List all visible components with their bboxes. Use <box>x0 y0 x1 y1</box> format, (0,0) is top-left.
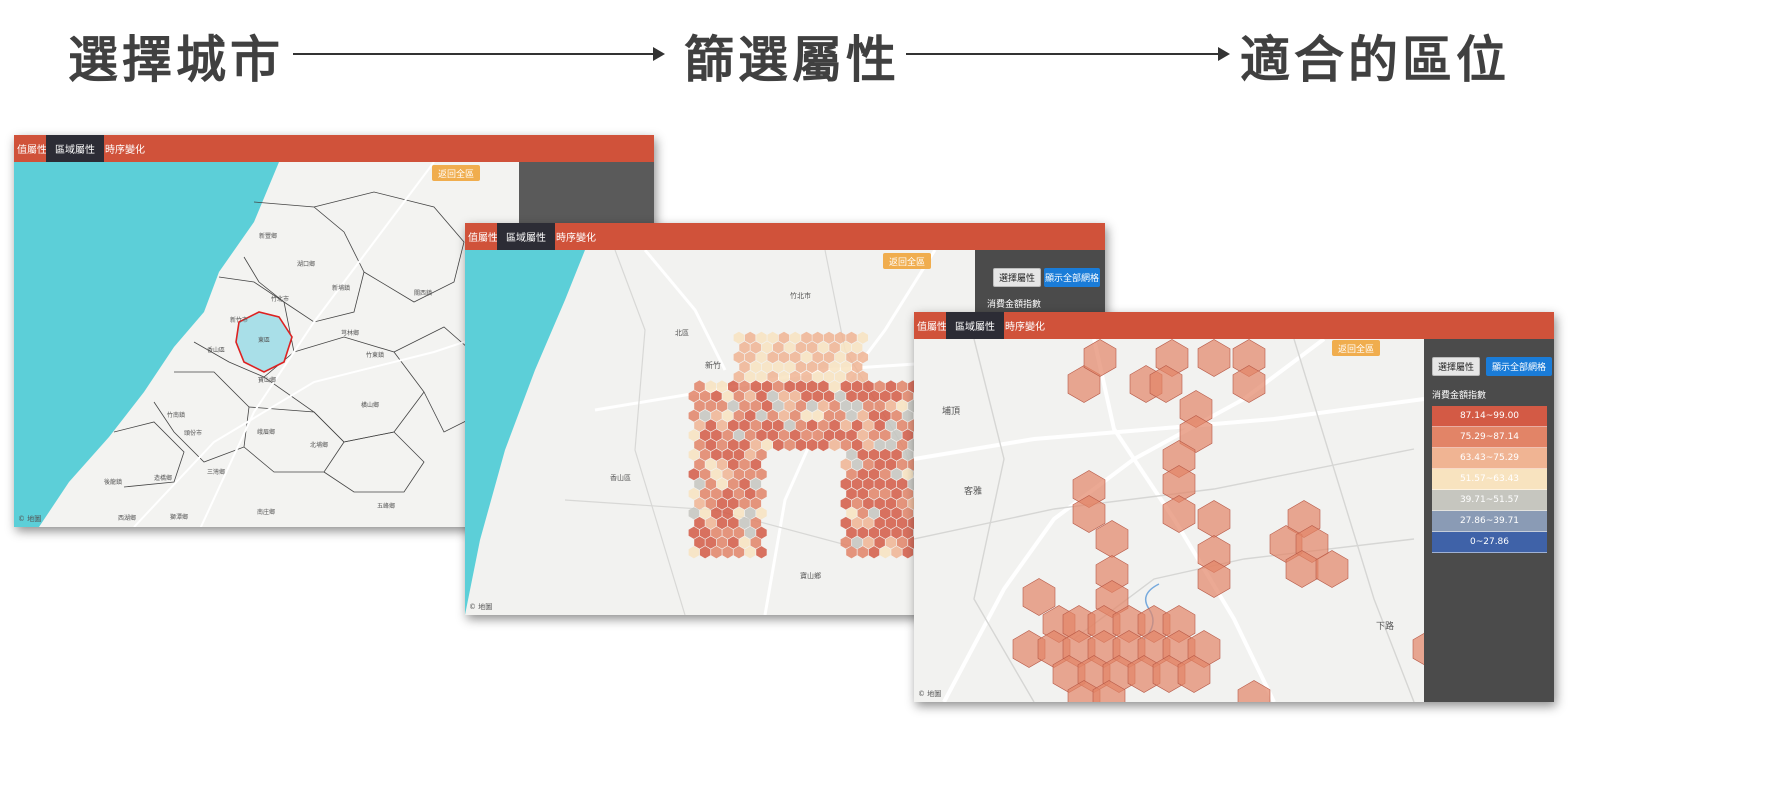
navbar: 值屬性 區域屬性 時序變化 <box>465 223 1105 250</box>
svg-text:客雅: 客雅 <box>964 485 982 497</box>
navbar: 值屬性 區域屬性 時序變化 <box>914 312 1554 339</box>
flow-arrow-1 <box>293 47 665 61</box>
svg-text:北區: 北區 <box>675 329 689 337</box>
svg-text:埔頂: 埔頂 <box>942 405 960 417</box>
screenshot-location-map: 值屬性 區域屬性 時序變化 埔頂 客雅 下路 新竹科 選擇屬性 顯示全部網格 消… <box>914 312 1554 702</box>
svg-text:寶山鄉: 寶山鄉 <box>258 376 276 384</box>
legend-item: 0~27.86 <box>1432 532 1547 553</box>
svg-text:新竹市: 新竹市 <box>230 316 248 324</box>
legend-item: 87.14~99.00 <box>1432 406 1547 427</box>
return-all-button[interactable]: 返回全區 <box>883 253 931 269</box>
return-all-button[interactable]: 返回全區 <box>1332 340 1380 356</box>
svg-text:香山區: 香山區 <box>610 473 631 482</box>
map-attribution: © 地圖 <box>18 515 42 523</box>
svg-text:寶山鄉: 寶山鄉 <box>800 571 821 580</box>
svg-text:西湖鄉: 西湖鄉 <box>118 514 136 522</box>
svg-text:峨眉鄉: 峨眉鄉 <box>257 428 275 436</box>
svg-text:新竹: 新竹 <box>705 360 721 370</box>
svg-text:獅潭鄉: 獅潭鄉 <box>170 513 188 521</box>
svg-text:關西鎮: 關西鎮 <box>414 289 432 297</box>
select-attribute-button[interactable]: 選擇屬性 <box>1432 357 1480 376</box>
svg-text:後龍鎮: 後龍鎮 <box>104 478 122 486</box>
sidebar: 選擇屬性 顯示全部網格 消費金額指數 87.14~99.00 75.29~87.1… <box>1424 339 1554 702</box>
svg-text:頭份市: 頭份市 <box>184 429 202 437</box>
map-attribution: © 地圖 <box>918 690 942 698</box>
svg-text:橫山鄉: 橫山鄉 <box>361 401 379 409</box>
svg-text:竹東鎮: 竹東鎮 <box>366 351 384 359</box>
svg-text:竹北市: 竹北市 <box>790 291 811 300</box>
return-all-button[interactable]: 返回全區 <box>432 165 480 181</box>
tab-time[interactable]: 時序變化 <box>96 135 154 162</box>
svg-text:北埔鄉: 北埔鄉 <box>310 441 328 449</box>
index-title: 消費金額指數 <box>987 300 1042 310</box>
svg-text:竹南鎮: 竹南鎮 <box>167 411 185 419</box>
show-all-grid-button[interactable]: 顯示全部網格 <box>1486 357 1552 376</box>
svg-text:五峰鄉: 五峰鄉 <box>377 502 395 510</box>
flow-arrow-2 <box>906 47 1230 61</box>
svg-text:芎林鄉: 芎林鄉 <box>341 329 359 337</box>
svg-text:新埔鎮: 新埔鎮 <box>332 284 350 292</box>
svg-text:湖口鄉: 湖口鄉 <box>297 260 315 268</box>
svg-text:新豐鄉: 新豐鄉 <box>259 232 277 240</box>
svg-text:下路: 下路 <box>1376 620 1394 632</box>
tab-time[interactable]: 時序變化 <box>547 223 605 250</box>
svg-text:香山區: 香山區 <box>207 346 225 354</box>
select-attribute-button[interactable]: 選擇屬性 <box>993 268 1041 287</box>
svg-text:竹北市: 竹北市 <box>271 295 289 303</box>
svg-text:三灣鄉: 三灣鄉 <box>207 468 225 476</box>
show-all-grid-button[interactable]: 顯示全部網格 <box>1044 268 1100 287</box>
step-filter-attributes: 篩選屬性 <box>684 31 900 89</box>
legend-item: 75.29~87.14 <box>1432 427 1547 448</box>
step-select-city: 選擇城市 <box>68 31 284 89</box>
legend-item: 39.71~51.57 <box>1432 490 1547 511</box>
step-suitable-location: 適合的區位 <box>1240 31 1510 89</box>
legend-item: 27.86~39.71 <box>1432 511 1547 532</box>
svg-text:南庄鄉: 南庄鄉 <box>257 508 275 516</box>
legend-item: 51.57~63.43 <box>1432 469 1547 490</box>
svg-text:造橋鄉: 造橋鄉 <box>154 474 172 482</box>
tab-time[interactable]: 時序變化 <box>996 312 1054 339</box>
legend-item: 63.43~75.29 <box>1432 448 1547 469</box>
svg-text:東區: 東區 <box>258 336 270 344</box>
map-attribution: © 地圖 <box>469 603 493 611</box>
navbar: 值屬性 區域屬性 時序變化 <box>14 135 654 162</box>
index-title: 消費金額指數 <box>1432 391 1487 401</box>
